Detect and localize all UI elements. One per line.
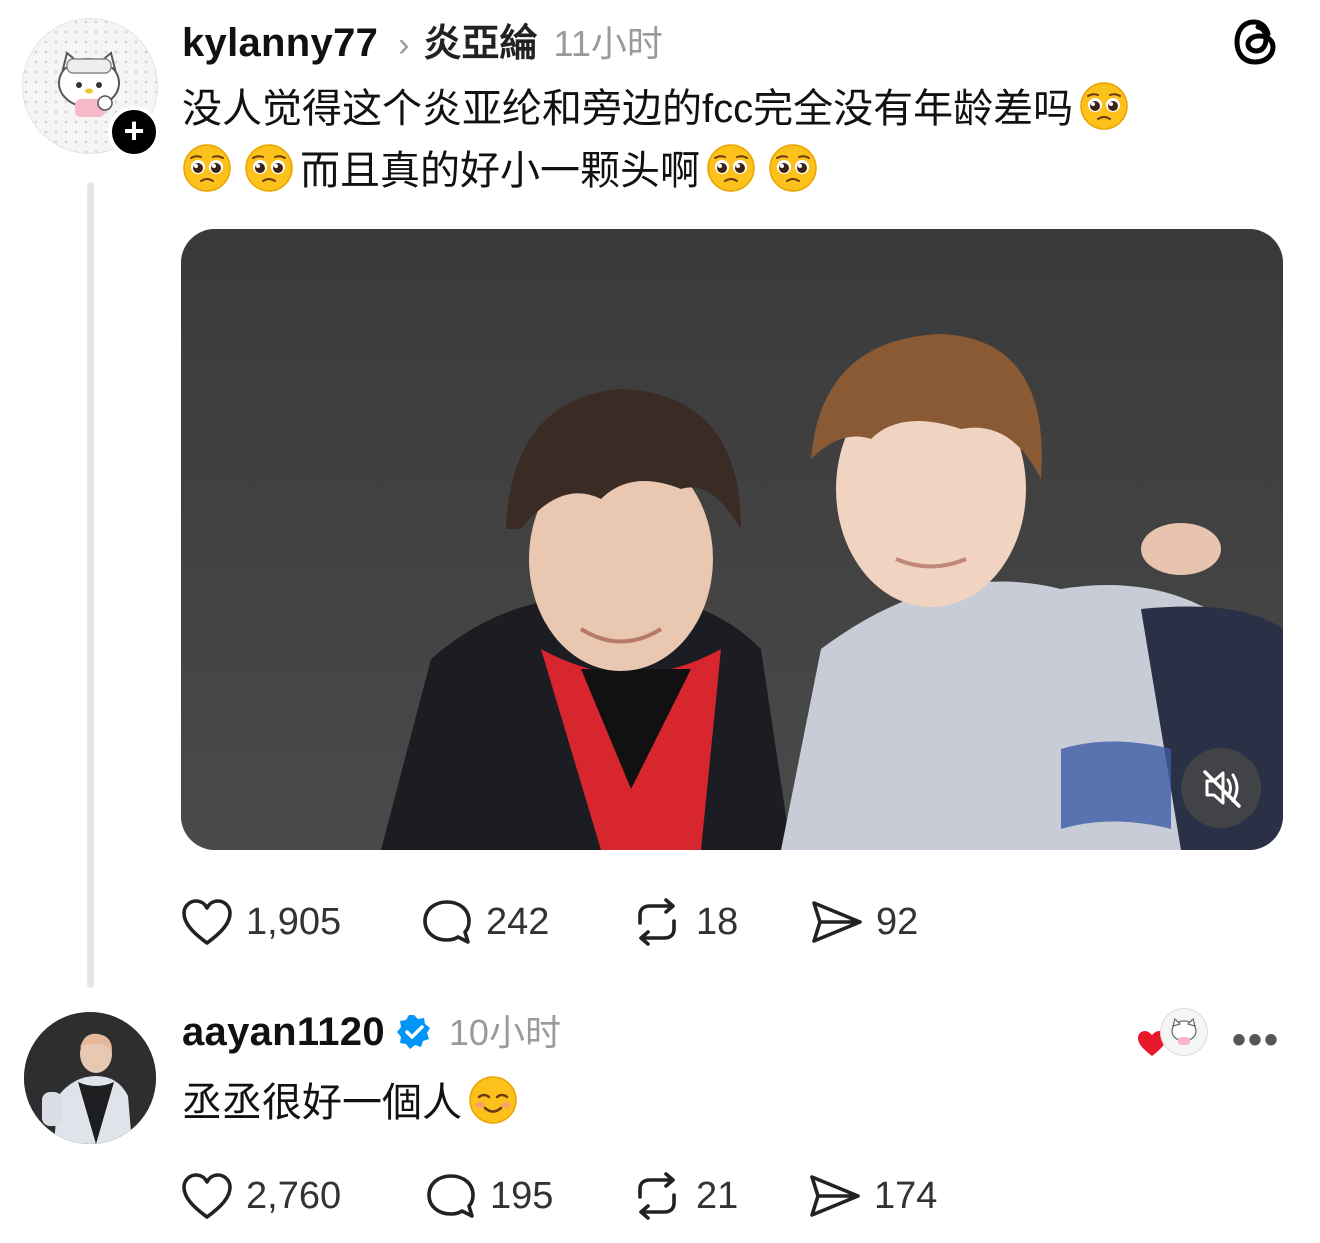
- comment-icon: [423, 900, 471, 944]
- send-icon: [810, 1175, 860, 1217]
- thread-connector-line: [87, 182, 94, 988]
- pleading-face-emoji-icon: [707, 144, 755, 192]
- send-icon: [812, 901, 862, 943]
- chevron-right-icon: ›: [398, 26, 410, 64]
- repost-count: 18: [696, 900, 739, 943]
- like-button[interactable]: 1,905: [180, 897, 420, 947]
- repost-icon: [638, 1172, 676, 1220]
- post-actions: 2,760 195 21 174: [180, 1166, 937, 1226]
- post-text-line-1: 没人觉得这个炎亚纶和旁边的fcc完全没有年龄差吗: [182, 78, 1262, 140]
- follow-plus-button[interactable]: +: [108, 106, 160, 158]
- repost-button[interactable]: 18: [630, 897, 810, 947]
- share-count: 174: [874, 1174, 938, 1217]
- author-username[interactable]: aayan1120: [182, 1010, 385, 1055]
- reply-button[interactable]: 242: [420, 897, 630, 947]
- muted-speaker-icon: [1203, 770, 1241, 808]
- like-count: 2,760: [246, 1174, 342, 1217]
- verified-badge-icon: [396, 1015, 430, 1049]
- smiling-face-emoji-icon: [469, 1076, 517, 1124]
- post-text-segment: 丞丞很好一個人: [182, 1081, 462, 1125]
- like-count: 1,905: [246, 900, 342, 943]
- post-text-line-2: 而且真的好小一颗头啊: [182, 140, 1262, 202]
- post-actions: 1,905 242 18 92: [180, 892, 918, 952]
- reply-count: 242: [486, 900, 550, 943]
- post-time: 10小时: [448, 1012, 561, 1053]
- pleading-face-emoji-icon: [769, 144, 817, 192]
- heart-icon: [182, 899, 232, 945]
- pleading-face-emoji-icon: [1080, 82, 1128, 130]
- comment-icon: [427, 1174, 475, 1218]
- mute-toggle-button[interactable]: [1181, 748, 1261, 828]
- like-button[interactable]: 2,760: [180, 1171, 424, 1221]
- liker-avatar[interactable]: [1160, 1008, 1208, 1056]
- post-text-segment: 而且真的好小一颗头啊: [300, 149, 700, 193]
- pleading-face-emoji-icon: [245, 144, 293, 192]
- share-count: 92: [876, 900, 919, 943]
- repost-count: 21: [696, 1174, 739, 1217]
- pleading-face-emoji-icon: [183, 144, 231, 192]
- share-button[interactable]: 92: [810, 897, 918, 947]
- reply-button[interactable]: 195: [424, 1171, 630, 1221]
- post-header: kylanny77 › 炎亞綸 11小时: [182, 12, 663, 68]
- post-body: 没人觉得这个炎亚纶和旁边的fcc完全没有年龄差吗 而且真的好小一颗头啊: [182, 78, 1262, 202]
- topic-tag[interactable]: 炎亞綸: [424, 12, 538, 67]
- repost-icon: [638, 898, 676, 946]
- reply-count: 195: [490, 1174, 554, 1217]
- post-body: 丞丞很好一個人: [182, 1072, 524, 1134]
- share-button[interactable]: 174: [808, 1171, 937, 1221]
- post-text-segment: 没人觉得这个炎亚纶和旁边的fcc完全没有年龄差吗: [182, 87, 1074, 131]
- heart-icon: [182, 1173, 232, 1219]
- more-options-button[interactable]: •••: [1232, 1018, 1280, 1063]
- repost-button[interactable]: 21: [630, 1171, 808, 1221]
- threads-logo-icon[interactable]: [1228, 14, 1284, 70]
- author-username[interactable]: kylanny77: [182, 21, 378, 66]
- post-time: 11小时: [553, 23, 663, 64]
- author-avatar[interactable]: [24, 1012, 156, 1144]
- post-header: aayan1120 10小时: [182, 1004, 561, 1060]
- post-video[interactable]: [181, 229, 1283, 850]
